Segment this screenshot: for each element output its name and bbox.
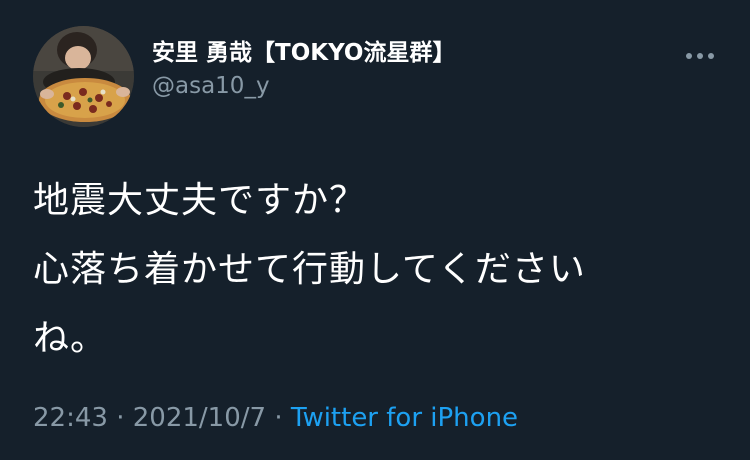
tweet-text-line: ね。 [33,318,108,359]
tweet-meta: 22:43 · 2021/10/7 · Twitter for iPhone [33,400,518,436]
meta-separator: · [274,403,283,433]
tweet-time[interactable]: 22:43 [33,403,108,433]
author-display-name[interactable]: 安里 勇哉【TOKYO流星群】 [152,38,455,68]
tweet-card: 安里 勇哉【TOKYO流星群】 @asa10_y 地震大丈夫ですか？ 心落ち着か… [0,0,750,460]
more-horizontal-icon [686,53,714,59]
tweet-author: 安里 勇哉【TOKYO流星群】 @asa10_y [152,38,455,101]
tweet-text: 地震大丈夫ですか？ 心落ち着かせて行動してください ね。 [33,166,723,373]
tweet-date[interactable]: 2021/10/7 [133,403,266,433]
meta-separator: · [116,403,125,433]
more-options-button[interactable] [681,44,719,68]
avatar[interactable] [33,26,134,127]
author-handle[interactable]: @asa10_y [152,71,455,101]
tweet-text-line: 地震大丈夫ですか？ [33,180,367,221]
tweet-source-link[interactable]: Twitter for iPhone [291,403,518,433]
tweet-text-line: 心落ち着かせて行動してください [33,249,586,290]
